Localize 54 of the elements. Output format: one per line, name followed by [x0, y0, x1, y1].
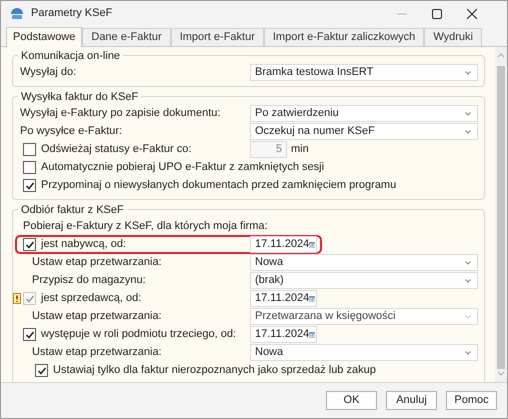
scrollbar[interactable]	[495, 47, 507, 382]
dropdown[interactable]: Nowa	[250, 254, 478, 271]
tab[interactable]: Wydruki	[424, 28, 482, 46]
date-field[interactable]: 17.11.2024	[250, 236, 317, 253]
app-icon	[10, 8, 24, 20]
date-field[interactable]: 17.11.2024	[250, 326, 317, 343]
field-label: Ustaw etap przetwarzania:	[32, 309, 163, 324]
checkbox[interactable]	[23, 179, 36, 192]
dropdown[interactable]: Nowa	[250, 344, 478, 361]
checkbox[interactable]	[35, 364, 48, 377]
field-label: Wysyłaj do:	[20, 65, 78, 80]
scrollbar-thumb[interactable]	[497, 66, 505, 369]
dropdown[interactable]: Po zatwierdzeniu	[250, 105, 478, 122]
field-label: Ustaw etap przetwarzania:	[32, 345, 163, 360]
checkbox[interactable]	[23, 328, 36, 341]
close-icon[interactable]	[467, 8, 477, 18]
checkbox[interactable]	[23, 238, 36, 251]
checkbox[interactable]	[23, 161, 36, 174]
chevron-down-icon	[465, 350, 471, 354]
maximize-icon[interactable]	[432, 8, 442, 18]
checkbox-label: Ustawiaj tylko dla faktur nierozpoznanych jako sprzedaż lub zakup	[53, 363, 376, 378]
scroll-down-icon[interactable]	[497, 371, 505, 376]
chevron-down-icon	[465, 70, 471, 74]
window-title: Parametry KSeF	[31, 6, 112, 22]
field-label: Wysyłaj e-Faktury po zapisie dokumentu:	[20, 106, 222, 122]
checkbox-label: Odświeżaj statusy e-Faktur co:	[41, 142, 192, 158]
field-label: Po wysyłce e-Faktur:	[20, 124, 124, 140]
checkbox-label: Automatycznie pobieraj UPO e-Faktur z zamkniętych sesji	[41, 160, 324, 176]
tab[interactable]: Import e-Faktur zaliczkowych	[264, 28, 424, 46]
field-label: Ustaw etap przetwarzania:	[32, 255, 163, 270]
section-label: Pobieraj e-Faktury z KSeF, dla których moja firma:	[23, 219, 268, 234]
dropdown[interactable]: Bramka testowa InsERT	[250, 64, 478, 81]
scroll-up-icon[interactable]	[497, 53, 505, 58]
field-label: Przypisz do magazynu:	[32, 273, 147, 288]
group-title: Wysyłka faktur do KSeF	[18, 89, 142, 106]
chevron-down-icon	[465, 130, 471, 134]
dialog-button[interactable]: Pomoc	[446, 391, 497, 410]
unit-label: min	[291, 142, 309, 158]
checkbox-label: Przypominaj o niewysłanych dokumentach przed zamknięciem programu	[41, 178, 396, 194]
dropdown[interactable]: Oczekuj na numer KSeF	[250, 123, 478, 140]
chevron-down-icon	[465, 112, 471, 116]
tab[interactable]: Podstawowe	[6, 27, 82, 47]
tab[interactable]: Dane e-Faktur	[82, 28, 171, 46]
dialog-button[interactable]: OK	[326, 391, 377, 410]
chevron-down-icon	[465, 260, 471, 264]
chevron-down-icon	[465, 314, 471, 318]
dialog-button[interactable]: Anuluj	[386, 391, 437, 410]
dropdown[interactable]: (brak)	[250, 272, 478, 289]
checkbox-label: występuje w roli podmiotu trzeciego, od:	[41, 327, 236, 342]
checkbox-label: jest nabywcą, od:	[41, 237, 126, 252]
tab[interactable]: Import e-Faktur	[170, 28, 264, 46]
chevron-down-icon	[465, 278, 471, 282]
checkbox-label: jest sprzedawcą, od:	[41, 291, 142, 306]
group-title: Komunikacja on-line	[18, 48, 124, 64]
